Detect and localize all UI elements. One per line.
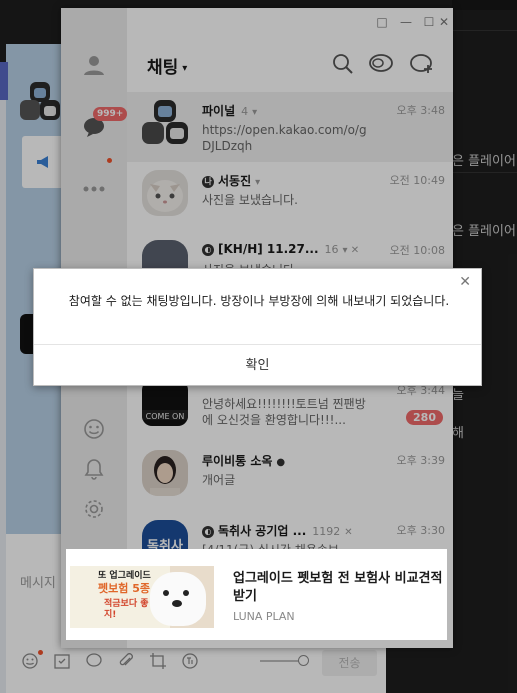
ad-thumb-line3: 적금보다 좋지!: [104, 599, 149, 620]
dog-image: [150, 572, 206, 626]
ad-source: LUNA PLAN: [233, 610, 295, 623]
confirm-button[interactable]: 확인: [34, 345, 481, 387]
ad-thumb-line2: 펫보험 5종: [98, 582, 150, 595]
close-icon[interactable]: ✕: [459, 274, 471, 290]
ad-banner[interactable]: 또 업그레이드 펫보험 5종 적금보다 좋지! 업그레이드 펫보험 전 보험사 …: [66, 549, 447, 640]
ad-title[interactable]: 업그레이드 펫보험 전 보험사 비교견적 받기: [233, 570, 443, 606]
dialog-message: 참여할 수 없는 채팅방입니다. 방장이나 부방장에 의해 내보내기 되었습니다…: [68, 294, 450, 308]
alert-dialog: ✕ 참여할 수 없는 채팅방입니다. 방장이나 부방장에 의해 내보내기 되었습…: [33, 268, 482, 386]
ad-thumbnail: 또 업그레이드 펫보험 5종 적금보다 좋지!: [70, 566, 214, 628]
